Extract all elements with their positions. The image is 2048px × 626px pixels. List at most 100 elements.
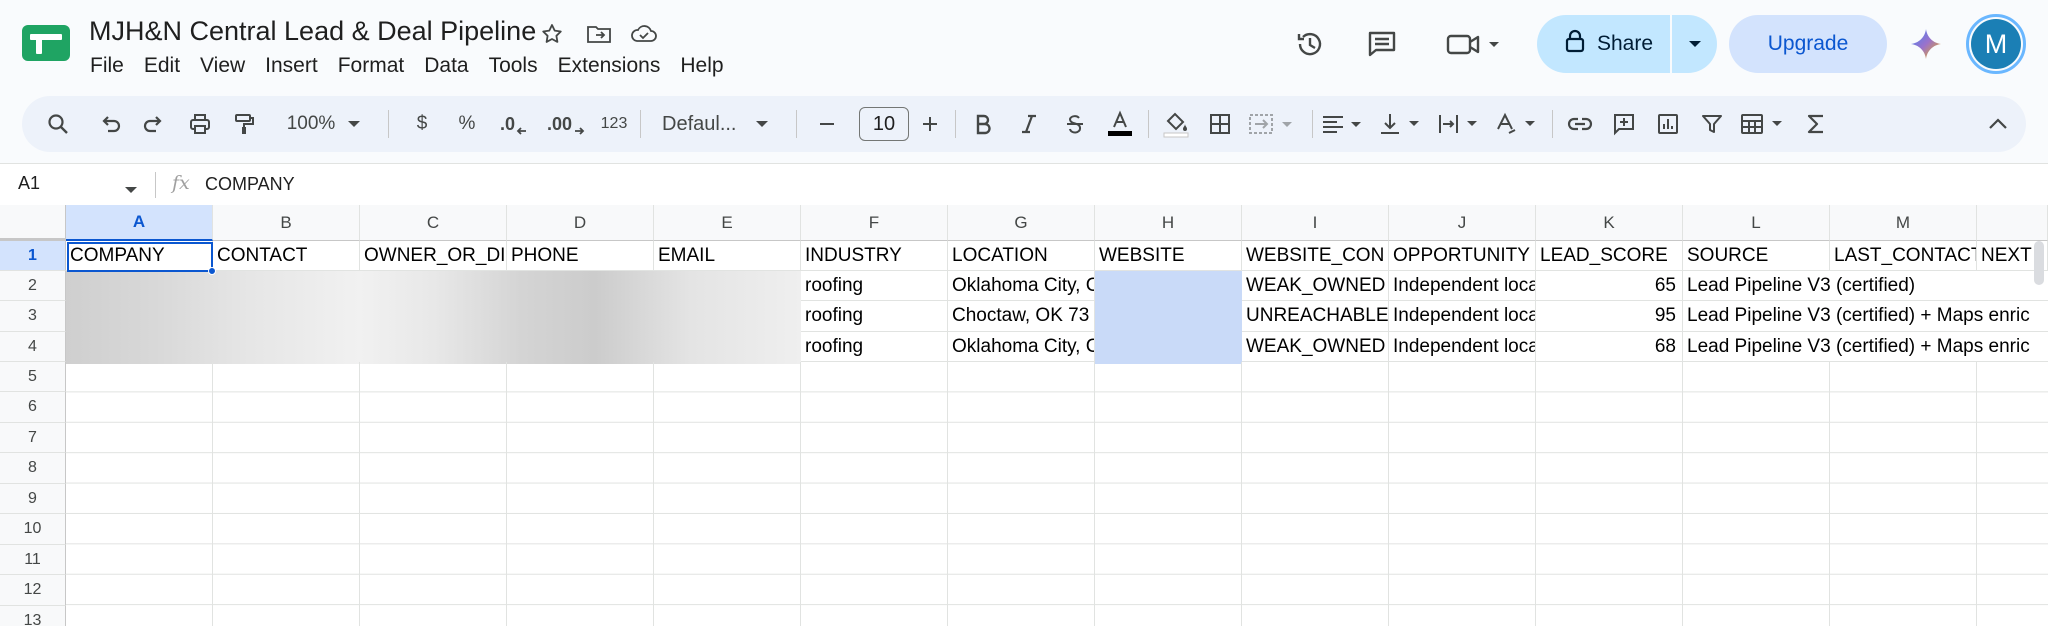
cell-opportunity[interactable]: Independent loca: [1389, 271, 1536, 301]
row-header[interactable]: 4: [0, 332, 66, 362]
menu-help[interactable]: Help: [670, 52, 733, 80]
percent-format-button[interactable]: %: [452, 96, 482, 152]
font-size-input[interactable]: 10: [859, 107, 909, 141]
column-header-f[interactable]: F: [801, 205, 948, 241]
cell-header-industry[interactable]: INDUSTRY: [801, 241, 948, 271]
meet-icon[interactable]: [1444, 24, 1504, 64]
text-color-icon[interactable]: [1102, 96, 1138, 152]
spreadsheet-grid[interactable]: A B C D E F G H I J K L M 1 2 3 4 5 6 7 …: [0, 205, 2048, 626]
italic-icon[interactable]: [1012, 96, 1046, 152]
decrease-font-size-icon[interactable]: [812, 96, 842, 152]
strikethrough-icon[interactable]: [1058, 96, 1092, 152]
insert-link-icon[interactable]: [1562, 96, 1598, 152]
cell-website-con[interactable]: WEAK_OWNED: [1242, 332, 1389, 362]
cell-lead-score[interactable]: 68: [1536, 332, 1683, 362]
column-header-n[interactable]: [1977, 205, 2048, 241]
menu-view[interactable]: View: [190, 52, 255, 80]
cell-header-company[interactable]: COMPANY: [66, 241, 213, 271]
row-header[interactable]: 5: [0, 362, 66, 392]
row-header[interactable]: 11: [0, 545, 66, 575]
column-header-c[interactable]: C: [360, 205, 507, 241]
cell-industry[interactable]: roofing: [801, 271, 948, 301]
column-header-k[interactable]: K: [1536, 205, 1683, 241]
merge-cells-icon[interactable]: [1246, 96, 1298, 152]
row-header[interactable]: 10: [0, 514, 66, 545]
cell-website-con[interactable]: UNREACHABLE: [1242, 301, 1389, 332]
zoom-value[interactable]: 100%: [284, 96, 338, 152]
cell-industry[interactable]: roofing: [801, 332, 948, 362]
star-icon[interactable]: [538, 20, 566, 48]
menu-extensions[interactable]: Extensions: [548, 52, 671, 80]
menu-file[interactable]: File: [80, 52, 134, 80]
cell-location[interactable]: Choctaw, OK 73: [948, 301, 1095, 332]
paint-format-icon[interactable]: [226, 96, 262, 152]
zoom-dropdown-icon[interactable]: [344, 96, 364, 152]
hide-menus-chevron-up-icon[interactable]: [1980, 96, 2016, 152]
currency-format-button[interactable]: $: [407, 96, 437, 152]
cloud-saved-icon[interactable]: [630, 20, 658, 48]
print-icon[interactable]: [182, 96, 218, 152]
menu-tools[interactable]: Tools: [479, 52, 548, 80]
version-history-icon[interactable]: [1290, 24, 1330, 64]
cell-source[interactable]: Lead Pipeline V3 (certified) + Maps enri…: [1683, 332, 2048, 362]
gemini-icon[interactable]: [1906, 24, 1946, 64]
undo-icon[interactable]: [92, 96, 128, 152]
row-header[interactable]: 12: [0, 575, 66, 606]
column-header-h[interactable]: H: [1095, 205, 1242, 241]
cell-source[interactable]: Lead Pipeline V3 (certified) + Maps enri…: [1683, 301, 2048, 332]
column-header-j[interactable]: J: [1389, 205, 1536, 241]
name-box[interactable]: A1: [18, 173, 40, 194]
cell-opportunity[interactable]: Independent loca: [1389, 301, 1536, 332]
cell-location[interactable]: Oklahoma City, C: [948, 332, 1095, 362]
avatar[interactable]: M: [1966, 14, 2026, 74]
row-header[interactable]: 2: [0, 271, 66, 301]
cell-header-website-con[interactable]: WEBSITE_CON: [1242, 241, 1389, 271]
borders-icon[interactable]: [1202, 96, 1238, 152]
cell-lead-score[interactable]: 95: [1536, 301, 1683, 332]
insert-comment-icon[interactable]: [1606, 96, 1642, 152]
move-folder-icon[interactable]: [585, 20, 613, 48]
horizontal-align-icon[interactable]: [1320, 96, 1368, 152]
insert-chart-icon[interactable]: [1650, 96, 1686, 152]
text-wrapping-icon[interactable]: [1436, 96, 1484, 152]
upgrade-button[interactable]: Upgrade: [1729, 15, 1887, 73]
menu-format[interactable]: Format: [328, 52, 415, 80]
column-header-a[interactable]: A: [66, 205, 213, 241]
column-header-m[interactable]: M: [1830, 205, 1977, 241]
column-header-l[interactable]: L: [1683, 205, 1830, 241]
column-header-b[interactable]: B: [213, 205, 360, 241]
filter-icon[interactable]: [1694, 96, 1730, 152]
increase-font-size-icon[interactable]: [915, 96, 945, 152]
column-header-g[interactable]: G: [948, 205, 1095, 241]
cell-location[interactable]: Oklahoma City, C: [948, 271, 1095, 301]
cell-source[interactable]: Lead Pipeline V3 (certified): [1683, 271, 2048, 301]
functions-icon[interactable]: [1798, 96, 1834, 152]
menu-edit[interactable]: Edit: [134, 52, 190, 80]
cell-header-email[interactable]: EMAIL: [654, 241, 801, 271]
column-header-i[interactable]: I: [1242, 205, 1389, 241]
comments-icon[interactable]: [1362, 24, 1402, 64]
cell-header-owner[interactable]: OWNER_OR_DI: [360, 241, 507, 271]
row-header[interactable]: 6: [0, 392, 66, 423]
cell-header-opportunity[interactable]: OPPORTUNITY: [1389, 241, 1536, 271]
row-header[interactable]: 8: [0, 453, 66, 484]
font-dropdown-icon[interactable]: [752, 96, 772, 152]
share-button[interactable]: Share: [1537, 15, 1717, 73]
vertical-align-icon[interactable]: [1378, 96, 1426, 152]
cell-header-last-contact[interactable]: LAST_CONTACT: [1830, 241, 1977, 271]
sheets-logo-icon[interactable]: [22, 25, 70, 61]
row-header[interactable]: 1: [0, 241, 66, 271]
cell-header-source[interactable]: SOURCE: [1683, 241, 1830, 271]
cell-header-location[interactable]: LOCATION: [948, 241, 1095, 271]
document-title[interactable]: MJH&N Central Lead & Deal Pipeline: [89, 16, 536, 47]
menu-insert[interactable]: Insert: [255, 52, 328, 80]
increase-decimal-button[interactable]: .00: [544, 96, 588, 152]
vertical-scrollbar[interactable]: [2034, 241, 2044, 285]
column-header-e[interactable]: E: [654, 205, 801, 241]
cell-header-contact[interactable]: CONTACT: [213, 241, 360, 271]
fill-color-icon[interactable]: [1158, 96, 1194, 152]
cell-header-website[interactable]: WEBSITE: [1095, 241, 1242, 271]
empty-cells[interactable]: [66, 362, 2048, 626]
share-dropdown-icon[interactable]: [1672, 15, 1717, 73]
row-header[interactable]: 13: [0, 606, 66, 626]
